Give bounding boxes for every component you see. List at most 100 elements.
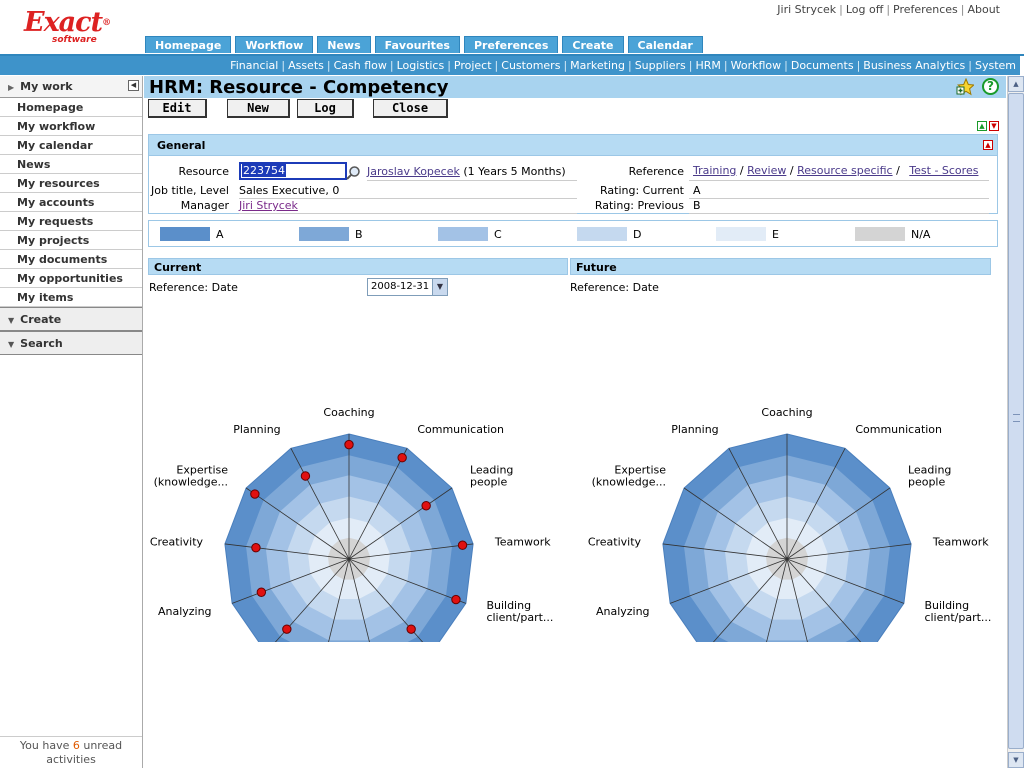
module-suppliers[interactable]: Suppliers xyxy=(635,59,686,72)
create-section[interactable]: ▼ Create xyxy=(0,307,142,331)
legend-swatch-b xyxy=(299,227,349,241)
tab-news[interactable]: News xyxy=(317,36,371,53)
legend-label-b: B xyxy=(355,228,363,241)
legend-label-c: C xyxy=(494,228,502,241)
exact-logo[interactable]: Exact® software xyxy=(24,9,134,46)
scroll-up-icon[interactable]: ▲ xyxy=(1008,76,1024,92)
module-workflow[interactable]: Workflow xyxy=(731,59,782,72)
legend-swatch-c xyxy=(438,227,488,241)
general-header[interactable]: General ▲ xyxy=(149,135,997,156)
tab-homepage[interactable]: Homepage xyxy=(145,36,232,53)
scroll-thumb[interactable] xyxy=(1008,93,1024,749)
legend-label-a: A xyxy=(216,228,224,241)
tab-favourites[interactable]: Favourites xyxy=(374,36,460,53)
manager-field: Jiri Strycek xyxy=(239,199,298,212)
module-financial[interactable]: Financial xyxy=(230,59,278,72)
reference-test-scores-link[interactable]: Test - Scores xyxy=(909,164,978,177)
add-favourite-star-icon[interactable] xyxy=(956,78,974,96)
search-icon[interactable] xyxy=(345,165,361,181)
current-axis-label: Communication xyxy=(417,423,504,436)
reference-resource-specific-link[interactable]: Resource specific xyxy=(797,164,893,177)
current-data-point[interactable] xyxy=(251,542,261,553)
module-documents[interactable]: Documents xyxy=(791,59,854,72)
current-header: Current xyxy=(148,258,568,275)
nav-my-documents[interactable]: My documents xyxy=(0,250,142,269)
close-button[interactable]: Close xyxy=(373,99,448,118)
user-link[interactable]: Jiri Strycek xyxy=(777,3,836,16)
current-data-point[interactable] xyxy=(451,594,461,605)
field-underline xyxy=(689,213,989,214)
current-data-point[interactable] xyxy=(300,471,311,481)
module-marketing[interactable]: Marketing xyxy=(570,59,625,72)
rating-legend: A B C D E N/A xyxy=(148,220,998,247)
tab-create[interactable]: Create xyxy=(562,36,624,53)
rating-current-label: Rating: Current xyxy=(600,184,684,197)
module-logistics[interactable]: Logistics xyxy=(397,59,445,72)
current-data-point[interactable] xyxy=(457,540,468,550)
expand-arrow-icon: ▶ xyxy=(8,83,15,92)
reference-review-link[interactable]: Review xyxy=(747,164,786,177)
my-work-header[interactable]: ▶ My work ◀ xyxy=(0,76,142,98)
current-data-point[interactable] xyxy=(421,501,431,511)
collapse-arrow-icon: ▼ xyxy=(8,340,15,349)
reference-date-select[interactable]: 2008-12-31 ▼ xyxy=(367,278,448,296)
page-title-bar: HRM: Resource - Competency ? xyxy=(144,76,1006,98)
module-business-analytics[interactable]: Business Analytics xyxy=(863,59,965,72)
module-assets[interactable]: Assets xyxy=(288,59,324,72)
preferences-link[interactable]: Preferences xyxy=(893,3,958,16)
tab-workflow[interactable]: Workflow xyxy=(235,36,314,53)
help-icon[interactable]: ? xyxy=(982,78,999,95)
module-project[interactable]: Project xyxy=(454,59,492,72)
nav-my-accounts[interactable]: My accounts xyxy=(0,193,142,212)
nav-my-workflow[interactable]: My workflow xyxy=(0,117,142,136)
current-data-point[interactable] xyxy=(256,587,267,597)
current-data-point[interactable] xyxy=(250,489,260,499)
resource-name-link[interactable]: Jaroslav Kopecek xyxy=(367,165,460,178)
about-link[interactable]: About xyxy=(967,3,1000,16)
module-hrm[interactable]: HRM xyxy=(695,59,720,72)
reference-training-link[interactable]: Training xyxy=(693,164,736,177)
search-section[interactable]: ▼ Search xyxy=(0,331,142,355)
scroll-down-icon[interactable]: ▼ xyxy=(1008,752,1024,768)
unread-activities[interactable]: You have 6 unread activities xyxy=(0,736,142,768)
current-data-point[interactable] xyxy=(406,624,416,634)
module-system[interactable]: System xyxy=(975,59,1016,72)
action-bar: Edit New Log Close xyxy=(148,99,448,118)
tab-preferences[interactable]: Preferences xyxy=(463,36,559,53)
edit-button[interactable]: Edit xyxy=(148,99,207,118)
log-button[interactable]: Log xyxy=(297,99,354,118)
resource-input[interactable]: 223754 xyxy=(239,162,347,180)
expand-all-icon[interactable]: ▲ xyxy=(977,121,987,131)
manager-link[interactable]: Jiri Strycek xyxy=(239,199,298,212)
nav-list: Homepage My workflow My calendar News My… xyxy=(0,98,142,307)
new-button[interactable]: New xyxy=(227,99,290,118)
collapse-panel-icon[interactable]: ▲ xyxy=(983,140,993,150)
module-customers[interactable]: Customers xyxy=(501,59,560,72)
logoff-link[interactable]: Log off xyxy=(846,3,883,16)
resource-label: Resource xyxy=(178,165,229,178)
page-title: HRM: Resource - Competency xyxy=(149,77,449,98)
tab-calendar[interactable]: Calendar xyxy=(627,36,703,53)
nav-my-resources[interactable]: My resources xyxy=(0,174,142,193)
current-data-point[interactable] xyxy=(344,439,354,450)
nav-homepage[interactable]: Homepage xyxy=(0,98,142,117)
nav-my-opportunities[interactable]: My opportunities xyxy=(0,269,142,288)
nav-my-projects[interactable]: My projects xyxy=(0,231,142,250)
collapse-all-icon[interactable]: ▼ xyxy=(989,121,999,131)
field-underline xyxy=(689,180,989,181)
nav-my-items[interactable]: My items xyxy=(0,288,142,307)
nav-my-requests[interactable]: My requests xyxy=(0,212,142,231)
nav-my-calendar[interactable]: My calendar xyxy=(0,136,142,155)
current-data-point[interactable] xyxy=(282,624,292,634)
collapse-sidebar-icon[interactable]: ◀ xyxy=(128,80,139,91)
nav-news[interactable]: News xyxy=(0,155,142,174)
future-axis-label: Building client/part... xyxy=(924,599,991,624)
module-cash-flow[interactable]: Cash flow xyxy=(334,59,387,72)
legend-swatch-a xyxy=(160,227,210,241)
current-data-point[interactable] xyxy=(397,453,407,463)
vertical-scrollbar[interactable]: ▲ ▼ xyxy=(1007,76,1024,768)
rating-previous-label: Rating: Previous xyxy=(594,199,684,212)
chevron-down-icon[interactable]: ▼ xyxy=(432,279,447,295)
future-radar-chart: Coaching Communication Leading people Teamwo… xyxy=(588,406,991,642)
current-axis-label: Coaching xyxy=(323,406,374,419)
